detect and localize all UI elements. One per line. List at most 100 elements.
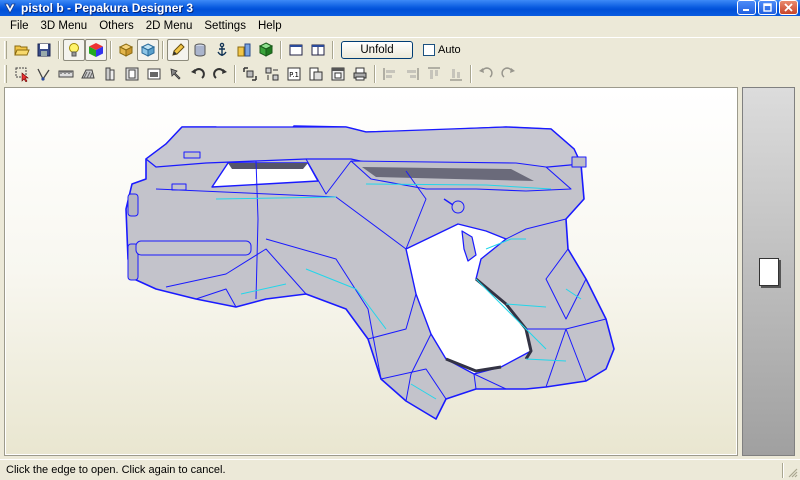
align-right-icon bbox=[407, 68, 419, 80]
maximize-button[interactable] bbox=[758, 0, 777, 15]
menu-others[interactable]: Others bbox=[93, 16, 140, 37]
ruler-icon bbox=[58, 70, 74, 78]
page-label: P.1 bbox=[289, 71, 299, 79]
edge-tool-icon bbox=[37, 68, 50, 81]
title-bar: pistol b - Pepakura Designer 3 bbox=[0, 0, 800, 16]
single-view-icon bbox=[289, 44, 303, 55]
ruler-button[interactable] bbox=[55, 63, 77, 85]
menu-file[interactable]: File bbox=[4, 16, 35, 37]
image-icon bbox=[147, 68, 161, 80]
open-button[interactable] bbox=[11, 39, 33, 61]
rotate-left-icon bbox=[191, 68, 205, 79]
cube-green-icon bbox=[258, 41, 274, 57]
pencil-icon bbox=[172, 42, 185, 56]
parts-icon bbox=[237, 43, 251, 56]
anchor-button[interactable] bbox=[211, 39, 233, 61]
toolbar-grip[interactable] bbox=[4, 40, 7, 59]
edge-tool-button[interactable] bbox=[33, 63, 55, 85]
light-bulb-icon bbox=[69, 42, 79, 56]
arrange-icon bbox=[243, 67, 257, 81]
single-view-button[interactable] bbox=[285, 39, 307, 61]
flap-button[interactable] bbox=[77, 63, 99, 85]
save-button[interactable] bbox=[33, 39, 55, 61]
color-button[interactable] bbox=[85, 38, 107, 61]
light-button[interactable] bbox=[63, 38, 85, 61]
print-icon bbox=[353, 67, 367, 81]
resize-grip-icon[interactable] bbox=[786, 466, 798, 478]
menu-settings[interactable]: Settings bbox=[198, 16, 252, 37]
rotate-right-icon bbox=[213, 68, 227, 79]
menu-2d[interactable]: 2D Menu bbox=[140, 16, 199, 37]
align-left-icon bbox=[383, 68, 395, 80]
align-top-icon bbox=[428, 67, 440, 79]
toolbar-separator bbox=[280, 40, 282, 59]
move-button[interactable] bbox=[165, 63, 187, 85]
dual-view-button[interactable] bbox=[307, 39, 329, 61]
align-left-button[interactable] bbox=[379, 63, 401, 85]
select-icon bbox=[15, 67, 29, 82]
part-icon bbox=[125, 67, 139, 81]
print-preview-icon bbox=[309, 67, 323, 81]
window-title: pistol b - Pepakura Designer 3 bbox=[21, 1, 194, 15]
print-button[interactable] bbox=[349, 63, 371, 85]
save-icon bbox=[37, 43, 51, 56]
rotate-90-left-button[interactable] bbox=[475, 63, 497, 85]
viewport-frame bbox=[4, 87, 738, 456]
print-preview-button[interactable] bbox=[305, 63, 327, 85]
pistol-model[interactable] bbox=[6, 89, 736, 454]
unfold-button[interactable]: Unfold bbox=[341, 40, 413, 59]
box-button[interactable] bbox=[115, 39, 137, 61]
box-icon bbox=[118, 42, 134, 57]
align-right-button[interactable] bbox=[401, 63, 423, 85]
status-divider bbox=[782, 463, 784, 478]
flap-icon bbox=[81, 69, 95, 79]
page-icon: P.1 bbox=[287, 67, 301, 81]
join-icon bbox=[105, 67, 115, 81]
window-button[interactable] bbox=[327, 63, 349, 85]
image-button[interactable] bbox=[143, 63, 165, 85]
rotate-90-right-button[interactable] bbox=[497, 63, 519, 85]
join-button[interactable] bbox=[99, 63, 121, 85]
toolbar-grip[interactable] bbox=[4, 65, 7, 83]
box-selected-icon bbox=[140, 42, 156, 57]
page-button[interactable]: P.1 bbox=[283, 63, 305, 85]
toolbar-separator bbox=[234, 65, 236, 83]
minimize-button[interactable] bbox=[737, 0, 756, 15]
3d-viewport[interactable] bbox=[6, 89, 736, 454]
rotate-right-button[interactable] bbox=[209, 63, 231, 85]
pencil-button[interactable] bbox=[167, 38, 189, 61]
color-cube-icon bbox=[89, 42, 103, 57]
page-thumbnail[interactable] bbox=[759, 258, 779, 286]
toolbar-separator bbox=[470, 65, 472, 83]
pepakura-app-icon[interactable] bbox=[3, 1, 17, 15]
align-bottom-button[interactable] bbox=[445, 63, 467, 85]
box-selected-button[interactable] bbox=[137, 38, 159, 61]
secondary-toolbar: P.1 bbox=[0, 62, 800, 86]
select-button[interactable] bbox=[11, 63, 33, 85]
menu-help[interactable]: Help bbox=[252, 16, 288, 37]
move-icon bbox=[170, 68, 181, 80]
group-button[interactable] bbox=[261, 63, 283, 85]
maximize-icon bbox=[763, 3, 772, 12]
close-button[interactable] bbox=[779, 0, 798, 15]
2d-page-panel[interactable] bbox=[742, 87, 795, 456]
rotate-left-button[interactable] bbox=[187, 63, 209, 85]
cube-green-button[interactable] bbox=[255, 39, 277, 61]
toolbar-separator bbox=[332, 40, 334, 59]
arrange-button[interactable] bbox=[239, 63, 261, 85]
align-top-button[interactable] bbox=[423, 63, 445, 85]
parts-button[interactable] bbox=[233, 39, 255, 61]
minimize-icon bbox=[743, 9, 749, 11]
auto-checkbox[interactable] bbox=[423, 43, 435, 56]
part-button[interactable] bbox=[121, 63, 143, 85]
toolbar-separator bbox=[110, 40, 112, 59]
close-icon bbox=[784, 3, 793, 12]
dual-view-icon bbox=[311, 44, 325, 55]
cylinder-button[interactable] bbox=[189, 39, 211, 61]
rotate-90-right-icon bbox=[501, 67, 515, 78]
auto-option[interactable]: Auto bbox=[423, 43, 461, 56]
menu-3d[interactable]: 3D Menu bbox=[35, 16, 94, 37]
auto-label: Auto bbox=[438, 43, 461, 56]
group-icon bbox=[265, 67, 279, 81]
rotate-90-left-icon bbox=[479, 67, 493, 78]
